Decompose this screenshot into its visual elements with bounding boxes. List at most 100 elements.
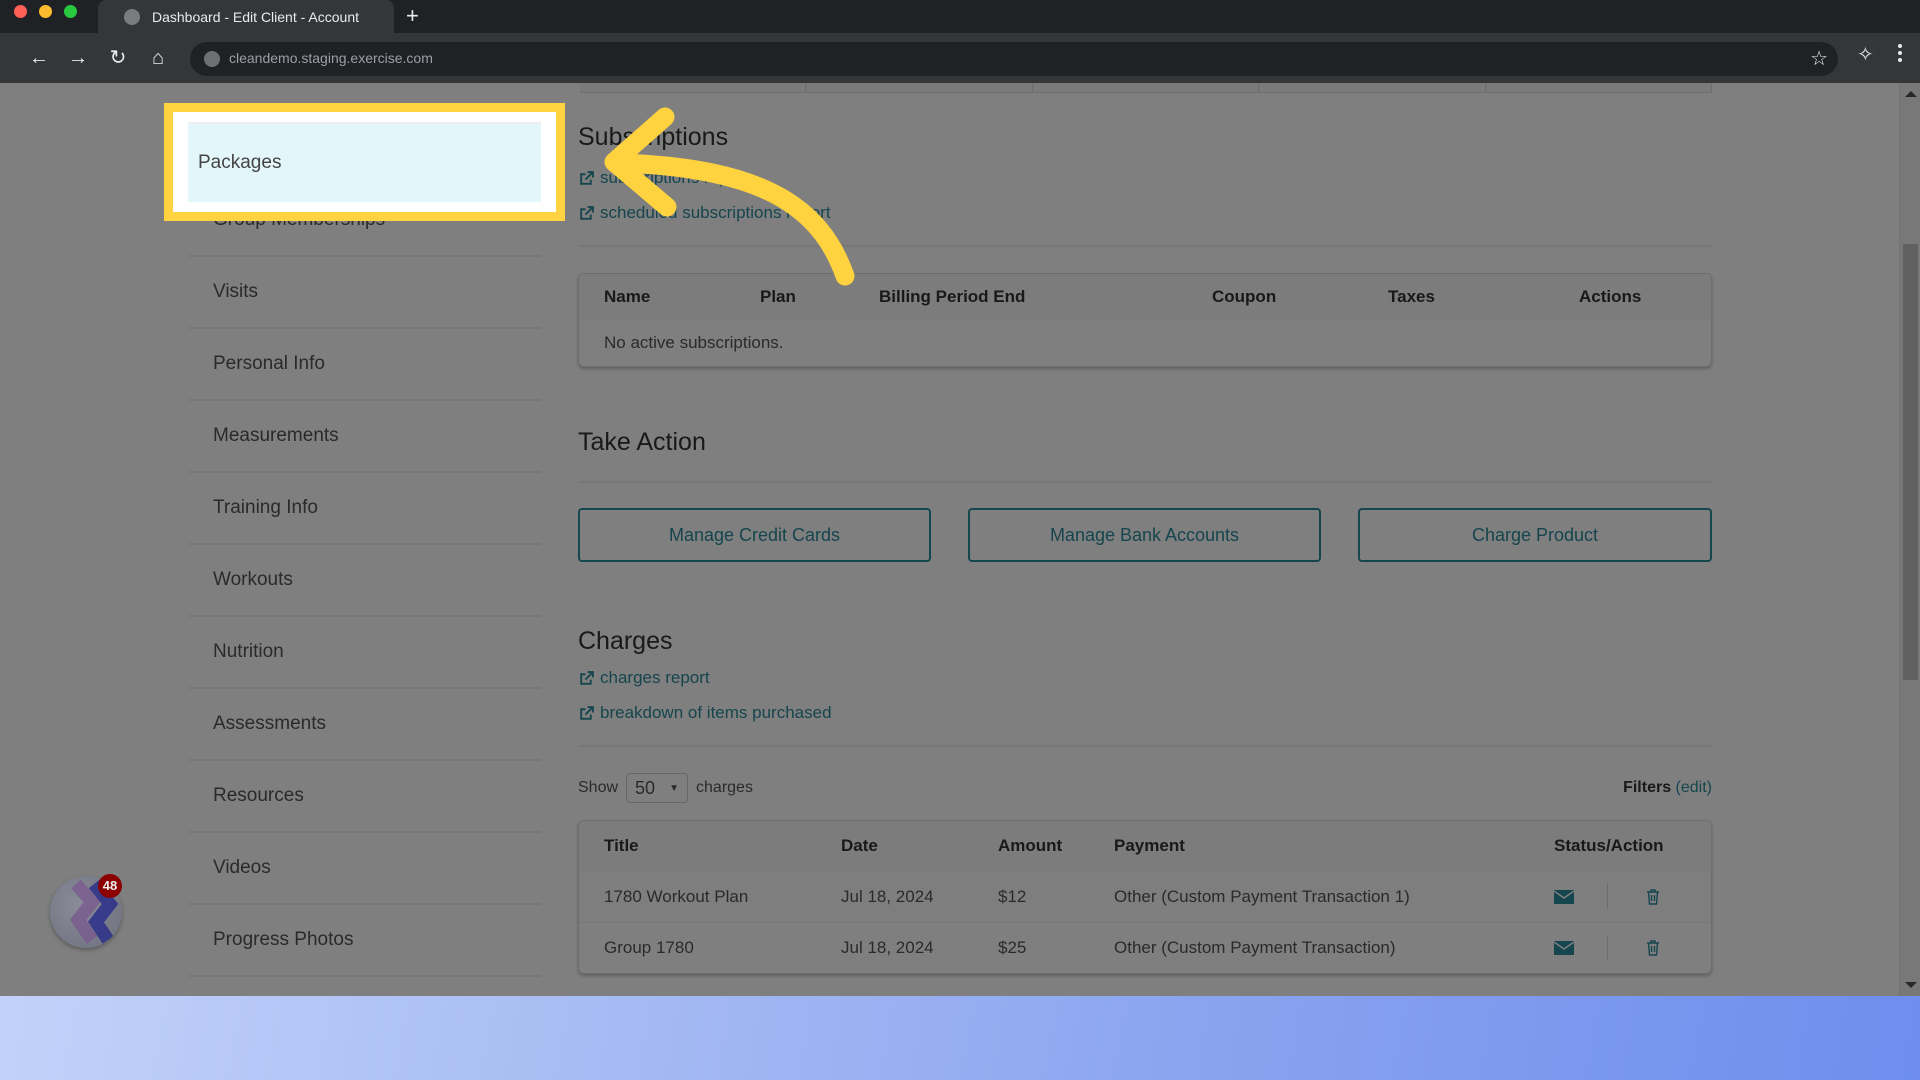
table-header-row: Title Date Amount Payment Status/Action	[579, 821, 1711, 871]
charges-heading: Charges	[578, 627, 673, 655]
tab-bar: Dashboard - Edit Client - Account +	[0, 0, 1920, 33]
caret-down-icon: ▼	[669, 782, 680, 794]
sidebar-item-videos[interactable]: Videos	[188, 833, 541, 905]
puzzle-icon[interactable]: ✧	[1857, 42, 1874, 67]
page-size-control: Show 50 ▼ charges	[578, 773, 753, 803]
trash-icon[interactable]	[1646, 888, 1660, 905]
vertical-scrollbar[interactable]	[1899, 83, 1920, 996]
browser-toolbar: ← → ↻ ⌂ cleandemo.staging.exercise.com ☆…	[0, 33, 1920, 83]
external-link-icon	[580, 170, 594, 185]
scroll-down-arrow[interactable]	[1905, 982, 1917, 988]
filters-edit-link[interactable]: (edit)	[1676, 779, 1712, 796]
sidebar-item-label: Nutrition	[213, 641, 284, 662]
envelope-icon[interactable]	[1554, 941, 1574, 955]
maximize-window-button[interactable]	[64, 5, 77, 18]
action-divider	[1607, 935, 1608, 961]
envelope-icon[interactable]	[1554, 889, 1574, 904]
subscriptions-heading: Subscriptions	[578, 123, 729, 151]
empty-text: No active subscriptions.	[604, 333, 784, 352]
breakdown-of-items-purchased-link[interactable]: breakdown of items purchased	[578, 696, 832, 730]
column-header: Date	[841, 836, 878, 855]
sidebar-item-assessments[interactable]: Assessments	[188, 689, 541, 761]
page-size-suffix: charges	[696, 779, 753, 796]
kebab-menu-icon[interactable]	[1895, 41, 1905, 65]
divider	[578, 481, 1712, 483]
sidebar-item-personal-info[interactable]: Personal Info	[188, 329, 541, 401]
minimize-window-button[interactable]	[39, 5, 52, 18]
empty-message: No active subscriptions.	[579, 320, 1711, 366]
globe-icon	[124, 8, 140, 25]
sidebar-item-training-info[interactable]: Training Info	[188, 473, 541, 545]
sidebar-item-visits[interactable]: Visits	[188, 257, 541, 329]
column-header: Coupon	[1212, 287, 1277, 306]
scheduled-subscriptions-report-link[interactable]: scheduled subscriptions report	[578, 196, 831, 230]
divider	[578, 745, 1712, 747]
section-tab[interactable]	[806, 83, 1033, 92]
sidebar-item-nutrition[interactable]: Nutrition	[188, 617, 541, 689]
link-label: charges report	[600, 668, 710, 687]
section-tabs	[580, 83, 1713, 93]
column-header: Title	[604, 836, 639, 855]
arrow-right-icon[interactable]: →	[63, 43, 93, 73]
action-divider	[1607, 883, 1608, 909]
charge-product-button[interactable]: Charge Product	[1358, 508, 1712, 562]
take-action-heading: Take Action	[578, 428, 706, 456]
notification-count-badge: 48	[98, 874, 122, 898]
sidebar-item-progress-photos[interactable]: Progress Photos	[188, 905, 541, 977]
subscriptions-report-link[interactable]: subscriptions report	[578, 161, 748, 195]
highlight-box: Packages	[164, 103, 565, 221]
filters-label: Filters	[1623, 779, 1672, 796]
external-link-icon	[580, 670, 594, 685]
charges-report-link[interactable]: charges report	[578, 661, 710, 695]
section-tab[interactable]	[1032, 83, 1260, 92]
show-label: Show	[578, 779, 619, 796]
scroll-thumb[interactable]	[1903, 244, 1918, 680]
section-tab[interactable]	[1485, 83, 1713, 92]
table-row: Group 1780 Jul 18, 2024 $25 Other (Custo…	[579, 922, 1711, 973]
reload-icon[interactable]: ↻	[103, 43, 133, 73]
site-info-icon[interactable]	[204, 51, 220, 67]
address-bar[interactable]: cleandemo.staging.exercise.com ☆	[190, 42, 1838, 76]
sidebar-item-measurements[interactable]: Measurements	[188, 401, 541, 473]
charge-amount: $25	[998, 938, 1027, 957]
sidebar-item-label: Workouts	[213, 569, 293, 590]
column-header: Actions	[1579, 287, 1642, 306]
trash-icon[interactable]	[1646, 940, 1660, 956]
sidebar-item-label: Resources	[213, 785, 304, 806]
column-header: Payment	[1114, 836, 1185, 855]
section-tab[interactable]	[580, 83, 807, 92]
sidebar-item-label: Videos	[213, 857, 271, 878]
page-size-value: 50	[635, 777, 656, 798]
star-icon[interactable]: ☆	[1810, 46, 1828, 71]
subscriptions-table: Name Plan Billing Period End Coupon Taxe…	[578, 273, 1712, 367]
arrow-left-icon[interactable]: ←	[24, 43, 54, 73]
charge-title: 1780 Workout Plan	[604, 886, 749, 906]
charge-payment: Other (Custom Payment Transaction 1)	[1114, 886, 1410, 906]
tab-title: Dashboard - Edit Client - Account	[152, 8, 359, 25]
url-text: cleandemo.staging.exercise.com	[229, 50, 433, 66]
manage-bank-accounts-button[interactable]: Manage Bank Accounts	[968, 508, 1321, 562]
page-size-select[interactable]: 50 ▼	[626, 773, 689, 803]
divider	[578, 245, 1712, 247]
link-label: breakdown of items purchased	[600, 703, 832, 722]
browser-tab[interactable]: Dashboard - Edit Client - Account	[98, 0, 394, 33]
table-row: 1780 Workout Plan Jul 18, 2024 $12 Other…	[579, 871, 1711, 922]
column-header: Status/Action	[1554, 836, 1664, 855]
sidebar-item-label: Packages	[198, 152, 282, 173]
column-header: Taxes	[1388, 287, 1435, 306]
sidebar-item-packages-highlighted[interactable]: Packages	[188, 122, 541, 202]
manage-credit-cards-button[interactable]: Manage Credit Cards	[578, 508, 931, 562]
charge-payment: Other (Custom Payment Transaction)	[1114, 938, 1396, 957]
home-icon[interactable]: ⌂	[143, 43, 173, 73]
close-window-button[interactable]	[14, 5, 27, 18]
sidebar-item-resources[interactable]: Resources	[188, 761, 541, 833]
new-tab-button[interactable]: +	[406, 2, 419, 30]
column-header: Name	[604, 287, 651, 306]
section-tab[interactable]	[1259, 83, 1486, 92]
sidebar-item-workouts[interactable]: Workouts	[188, 545, 541, 617]
charge-title: Group 1780	[604, 938, 694, 957]
scroll-up-arrow[interactable]	[1905, 91, 1917, 97]
sidebar-item-label: Progress Photos	[213, 929, 354, 950]
sidebar-item-label: Measurements	[213, 425, 339, 446]
sidebar-item-label: Training Info	[213, 497, 318, 518]
